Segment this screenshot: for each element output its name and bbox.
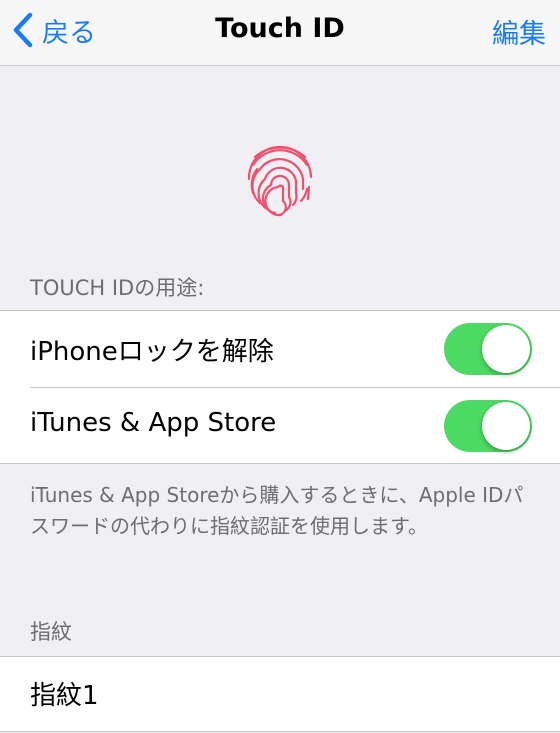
back-button[interactable]: 戻る	[12, 10, 96, 50]
toggle-label-itunes: iTunes & App Store	[30, 408, 277, 438]
toggle-row-itunes: iTunes & App Store	[0, 388, 560, 464]
chevron-left-icon	[13, 12, 33, 48]
unlock-toggle[interactable]	[444, 323, 532, 375]
fingerprint-icon	[247, 145, 313, 217]
back-label: 戻る	[42, 17, 96, 49]
fingerprints-section-header: 指紋	[30, 620, 72, 644]
fingerprints-group: 指紋1	[0, 656, 560, 732]
fingerprint-label: 指紋1	[30, 681, 99, 711]
usage-footer-note: iTunes & App Storeから購入するときに、Apple IDパスワー…	[30, 483, 524, 538]
navigation-bar: 戻る Touch ID 編集	[0, 0, 560, 66]
toggle-knob	[482, 325, 530, 373]
fingerprint-row[interactable]: 指紋1	[0, 657, 560, 733]
itunes-toggle[interactable]	[444, 400, 532, 452]
usage-section-header: TOUCH IDの用途:	[30, 276, 205, 300]
toggle-label-unlock: iPhoneロックを解除	[30, 337, 274, 367]
usage-settings-group: iPhoneロックを解除 iTunes & App Store	[0, 310, 560, 464]
toggle-row-unlock: iPhoneロックを解除	[0, 311, 560, 387]
toggle-knob	[482, 402, 530, 450]
edit-button[interactable]: 編集	[492, 12, 546, 51]
